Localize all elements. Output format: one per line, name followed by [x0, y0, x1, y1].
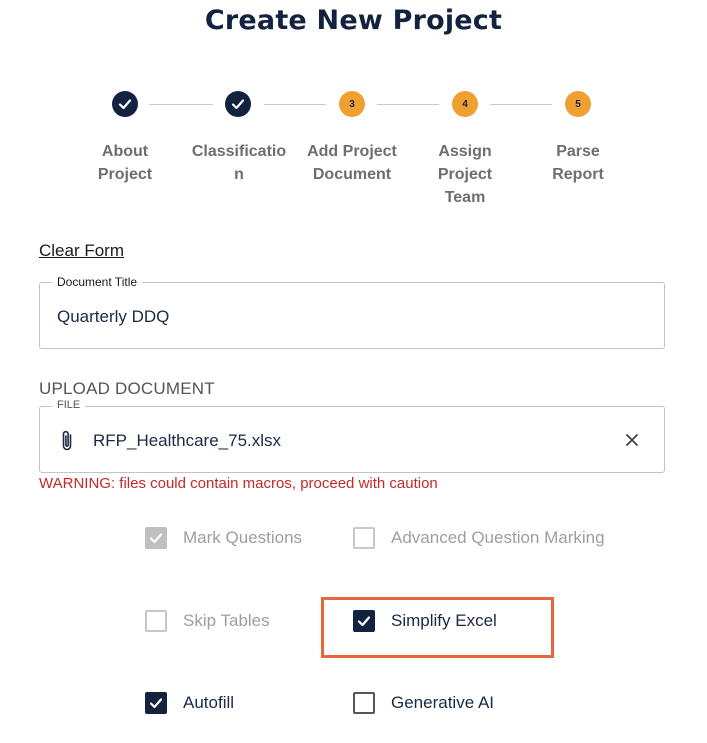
mark-questions-label: Mark Questions: [183, 528, 303, 547]
skip-tables-option: Skip Tables: [145, 610, 270, 632]
file-legend: FILE: [52, 399, 86, 411]
step-connector: [377, 104, 439, 105]
step-label-about-project: About Project: [70, 140, 180, 186]
step-label-line: Team: [444, 189, 486, 206]
step-connector: [490, 104, 552, 105]
close-icon[interactable]: [622, 428, 642, 452]
step-label-line: n: [234, 166, 244, 183]
generative-ai-option[interactable]: Generative AI: [353, 692, 494, 714]
page-title: Create New Project: [204, 5, 503, 36]
step-label-assign-project-team: Assign Project Team: [410, 140, 520, 209]
step-label-add-project-document: Add Project Document: [297, 140, 407, 186]
macro-warning: WARNING: files could contain macros, pro…: [39, 475, 438, 492]
step-4-number[interactable]: 4: [452, 91, 478, 117]
skip-tables-label: Skip Tables: [183, 611, 270, 630]
upload-document-heading: UPLOAD DOCUMENT: [39, 379, 215, 398]
mark-questions-checkbox: [145, 527, 167, 549]
step-label-line: Classificatio: [191, 143, 287, 160]
step-connector: [264, 104, 326, 105]
step-connector: [149, 104, 213, 105]
clear-form-link[interactable]: Clear Form: [39, 241, 124, 261]
step-2-check-icon[interactable]: [225, 91, 251, 117]
advanced-marking-checkbox: [353, 527, 375, 549]
step-label-classification: Classificatio n: [184, 140, 294, 186]
generative-ai-checkbox[interactable]: [353, 692, 375, 714]
autofill-checkbox[interactable]: [145, 692, 167, 714]
mark-questions-option: Mark Questions: [145, 527, 302, 549]
paperclip-icon: [62, 430, 72, 451]
highlight-box: [321, 597, 554, 658]
generative-ai-label[interactable]: Generative AI: [391, 693, 494, 713]
step-label-line: Document: [312, 166, 392, 183]
autofill-label[interactable]: Autofill: [183, 693, 234, 713]
step-3-number[interactable]: 3: [339, 91, 365, 117]
step-1-check-icon[interactable]: [112, 91, 138, 117]
advanced-marking-option: Advanced Question Marking: [353, 527, 605, 549]
document-title-value[interactable]: Quarterly DDQ: [57, 307, 169, 327]
step-label-line: Project: [97, 166, 153, 183]
step-label-line: Add Project: [307, 143, 397, 160]
autofill-option[interactable]: Autofill: [145, 692, 234, 714]
step-label-line: Assign: [438, 143, 492, 160]
step-label-line: Parse: [556, 143, 600, 160]
step-label-line: Report: [552, 166, 604, 183]
advanced-marking-label: Advanced Question Marking: [391, 528, 605, 547]
step-label-line: Project: [437, 166, 493, 183]
step-label-line: About: [101, 143, 149, 160]
skip-tables-checkbox: [145, 610, 167, 632]
step-label-parse-report: Parse Report: [523, 140, 633, 186]
file-name: RFP_Healthcare_75.xlsx: [93, 431, 282, 450]
document-title-field[interactable]: Document Title Quarterly DDQ: [39, 275, 665, 349]
document-title-legend: Document Title: [52, 275, 143, 289]
file-upload-field[interactable]: FILE RFP_Healthcare_75.xlsx: [39, 399, 665, 473]
step-5-number[interactable]: 5: [565, 91, 591, 117]
